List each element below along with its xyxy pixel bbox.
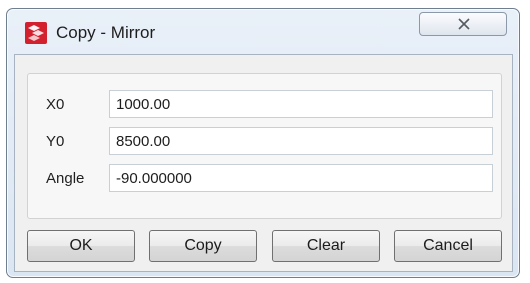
fields-panel: X0 Y0 Angle — [27, 73, 502, 219]
close-button[interactable] — [419, 12, 507, 36]
x0-label: X0 — [46, 96, 65, 113]
x0-row: X0 — [28, 90, 501, 120]
angle-row: Angle — [28, 164, 501, 194]
y0-label: Y0 — [46, 133, 65, 150]
y0-row: Y0 — [28, 127, 501, 157]
y0-input[interactable] — [109, 127, 493, 155]
dialog-content: X0 Y0 Angle OK Copy Clear Cancel — [14, 54, 513, 272]
copy-button[interactable]: Copy — [149, 230, 257, 262]
title-bar[interactable]: Copy - Mirror — [7, 9, 519, 51]
window-title: Copy - Mirror — [56, 23, 156, 42]
ok-button[interactable]: OK — [27, 230, 135, 262]
cancel-button[interactable]: Cancel — [394, 230, 502, 262]
close-x-icon — [458, 18, 470, 30]
copy-app-icon — [25, 22, 47, 44]
angle-input[interactable] — [109, 164, 493, 192]
angle-label: Angle — [46, 170, 85, 187]
x0-input[interactable] — [109, 90, 493, 118]
clear-button[interactable]: Clear — [272, 230, 380, 262]
dialog-window: Copy - Mirror X0 Y0 Angle OK Copy Clear — [6, 8, 520, 278]
